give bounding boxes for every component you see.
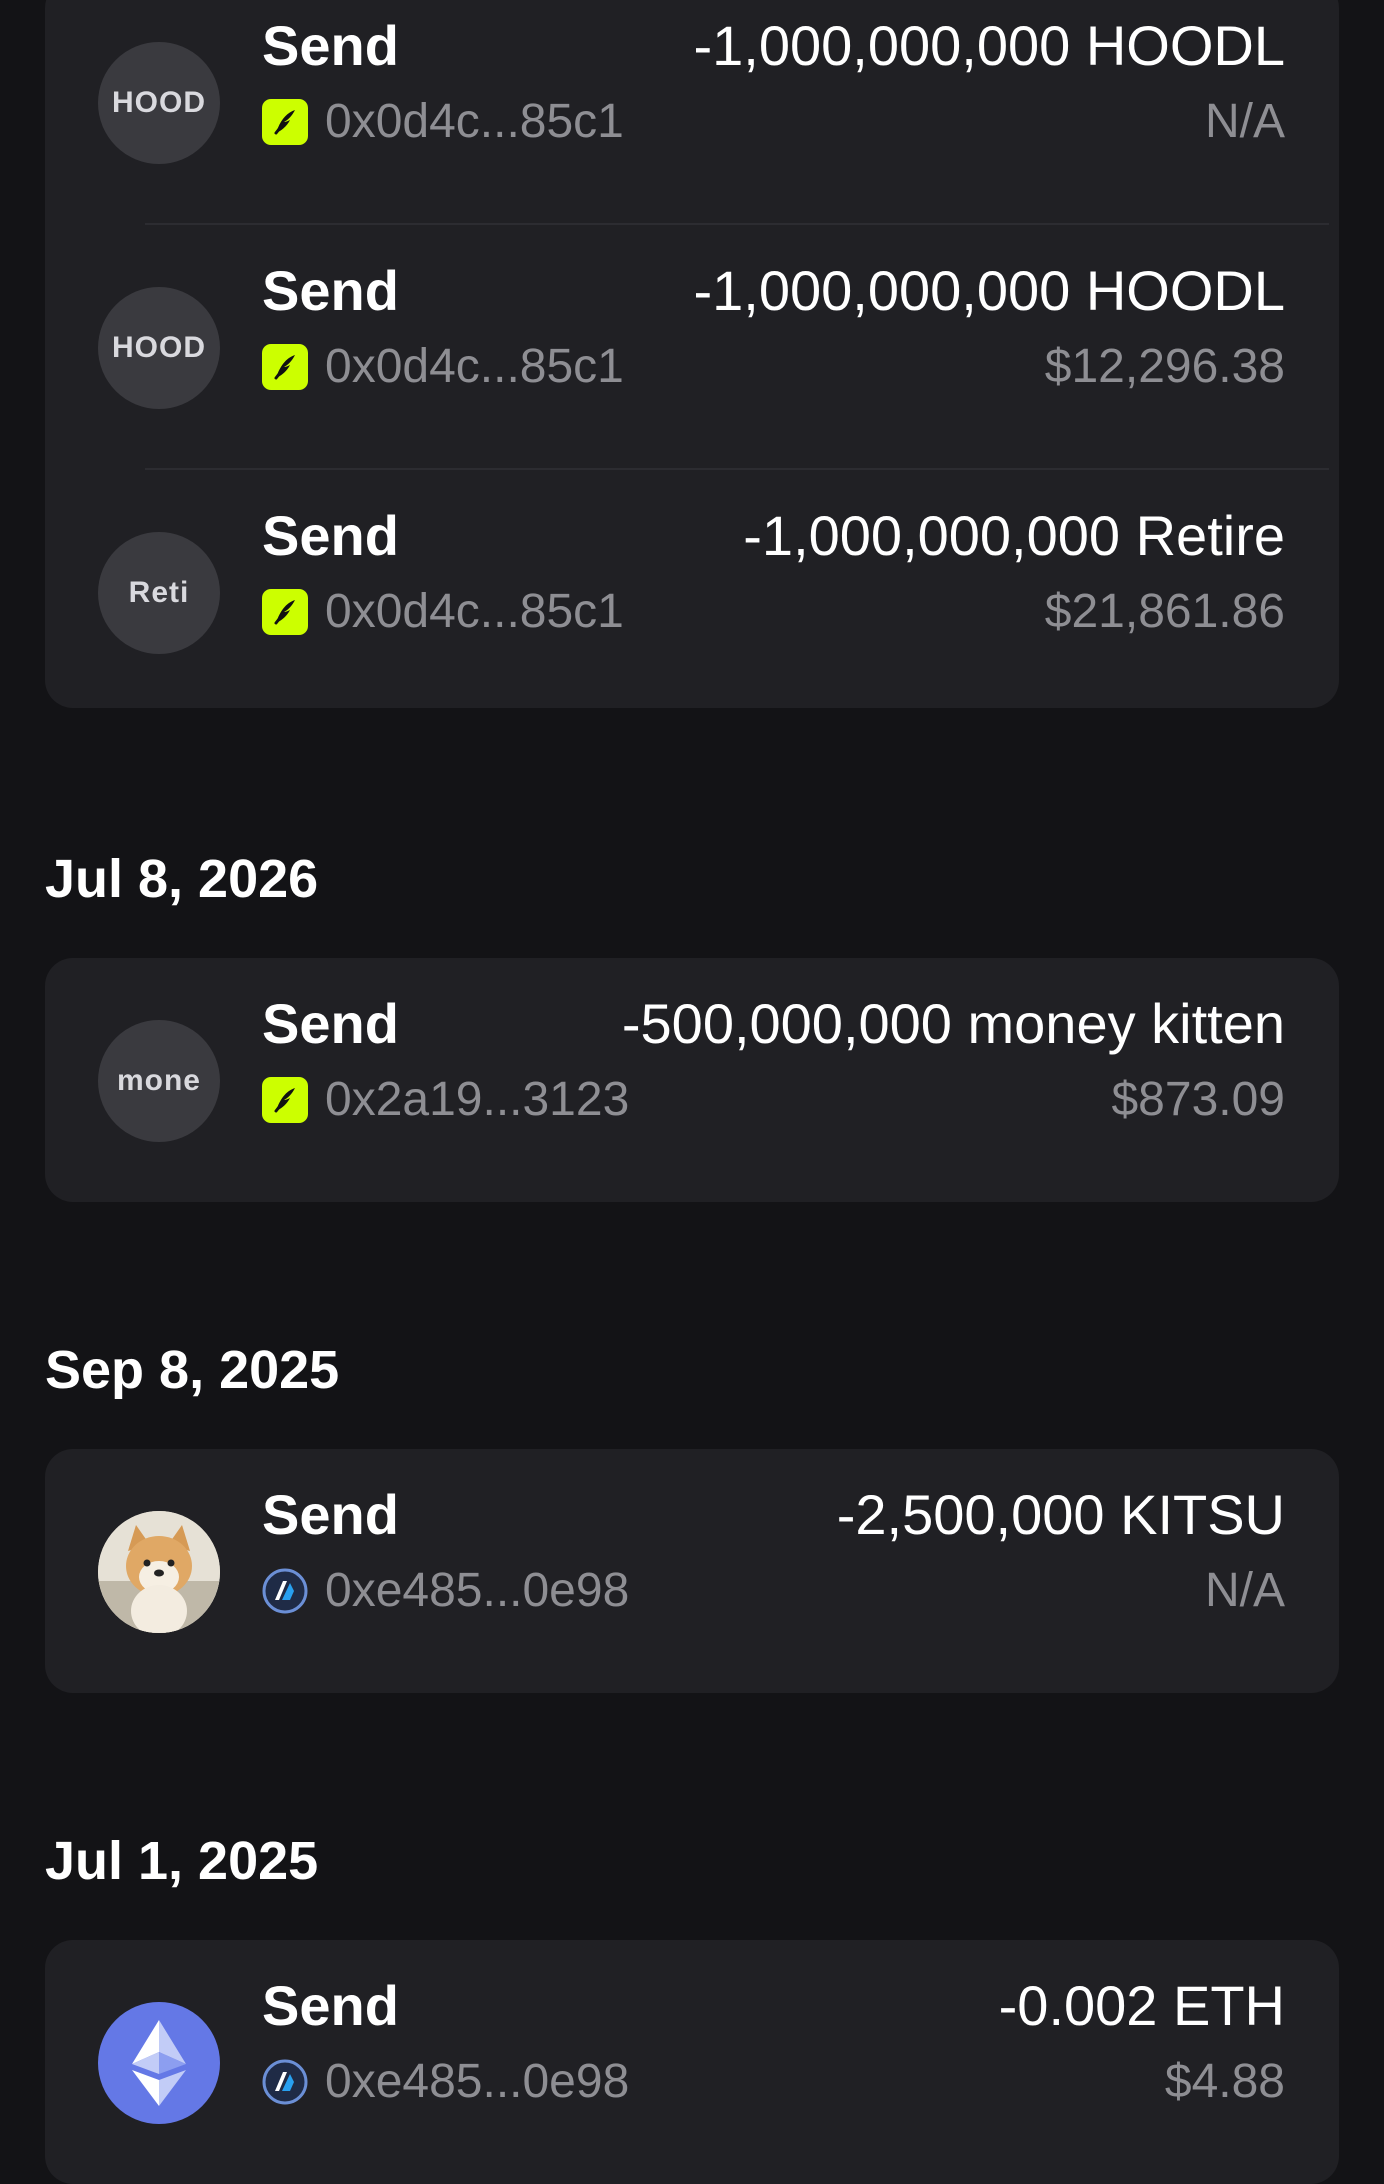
transaction-amount: -1,000,000,000 HOODL [693,259,1285,322]
transaction-row[interactable]: mone Send 0x2a19...3123 -500,000,000 mon… [45,958,1339,1202]
transaction-type: Send [262,259,399,322]
transaction-card: mone Send 0x2a19...3123 -500,000,000 mon… [45,958,1339,1202]
transaction-amount: -1,000,000,000 Retire [743,504,1285,567]
transaction-address: 0x0d4c...85c1 [262,94,624,149]
transaction-card: Send 0xe485...0e98 -0.002 ETH $4.88 [45,1940,1339,2184]
transaction-type: Send [262,1483,399,1546]
transaction-type: Send [262,992,399,1055]
robinhood-chain-icon [262,589,308,635]
transaction-type: Send [262,1974,399,2037]
address-text: 0x0d4c...85c1 [325,340,624,393]
token-avatar: HOOD [98,287,220,409]
transaction-value: $873.09 [1111,1073,1285,1126]
transaction-row[interactable]: Send 0xe485...0e98 -2,500,000 KITSU N/A [45,1449,1339,1693]
transaction-address: 0x0d4c...85c1 [262,339,624,394]
transaction-address: 0x2a19...3123 [262,1072,629,1127]
arbitrum-chain-icon [262,2059,308,2105]
transaction-value: N/A [1204,1564,1285,1617]
shiba-dog-avatar-icon [98,1511,220,1633]
transaction-card: HOOD Send 0x0d4c...85c1 -1,000,000,000 H… [45,0,1339,708]
transaction-value: $21,861.86 [1044,585,1285,638]
transaction-type: Send [262,14,399,77]
token-avatar: mone [98,1020,220,1142]
transaction-row[interactable]: Reti Send 0x0d4c...85c1 -1,000,000,000 R… [45,470,1339,708]
transaction-card: Send 0xe485...0e98 -2,500,000 KITSU N/A [45,1449,1339,1693]
address-text: 0x0d4c...85c1 [325,95,624,148]
transaction-amount: -2,500,000 KITSU [836,1483,1285,1546]
robinhood-chain-icon [262,344,308,390]
transaction-address: 0xe485...0e98 [262,2054,629,2109]
date-header: Jul 1, 2025 [45,1831,319,1891]
address-text: 0xe485...0e98 [325,1564,630,1617]
token-avatar: HOOD [98,42,220,164]
date-header: Sep 8, 2025 [45,1340,340,1400]
address-text: 0x0d4c...85c1 [325,585,624,638]
address-text: 0x2a19...3123 [325,1073,630,1126]
transaction-amount: -0.002 ETH [998,1974,1285,2037]
robinhood-chain-icon [262,1077,308,1123]
ethereum-logo-icon [98,2002,220,2124]
transaction-address: 0x0d4c...85c1 [262,584,624,639]
transaction-row[interactable]: HOOD Send 0x0d4c...85c1 -1,000,000,000 H… [45,0,1339,225]
transaction-value: $4.88 [1164,2055,1285,2108]
transaction-type: Send [262,504,399,567]
transaction-value: $12,296.38 [1044,340,1285,393]
transaction-amount: -1,000,000,000 HOODL [693,14,1285,77]
transaction-address: 0xe485...0e98 [262,1563,629,1618]
robinhood-chain-icon [262,99,308,145]
transaction-amount: -500,000,000 money kitten [621,992,1285,1055]
token-avatar: Reti [98,532,220,654]
date-header: Jul 8, 2026 [45,849,319,909]
arbitrum-chain-icon [262,1568,308,1614]
transaction-value: N/A [1204,95,1285,148]
transaction-row[interactable]: HOOD Send 0x0d4c...85c1 -1,000,000,000 H… [45,225,1339,470]
transaction-row[interactable]: Send 0xe485...0e98 -0.002 ETH $4.88 [45,1940,1339,2184]
address-text: 0xe485...0e98 [325,2055,630,2108]
